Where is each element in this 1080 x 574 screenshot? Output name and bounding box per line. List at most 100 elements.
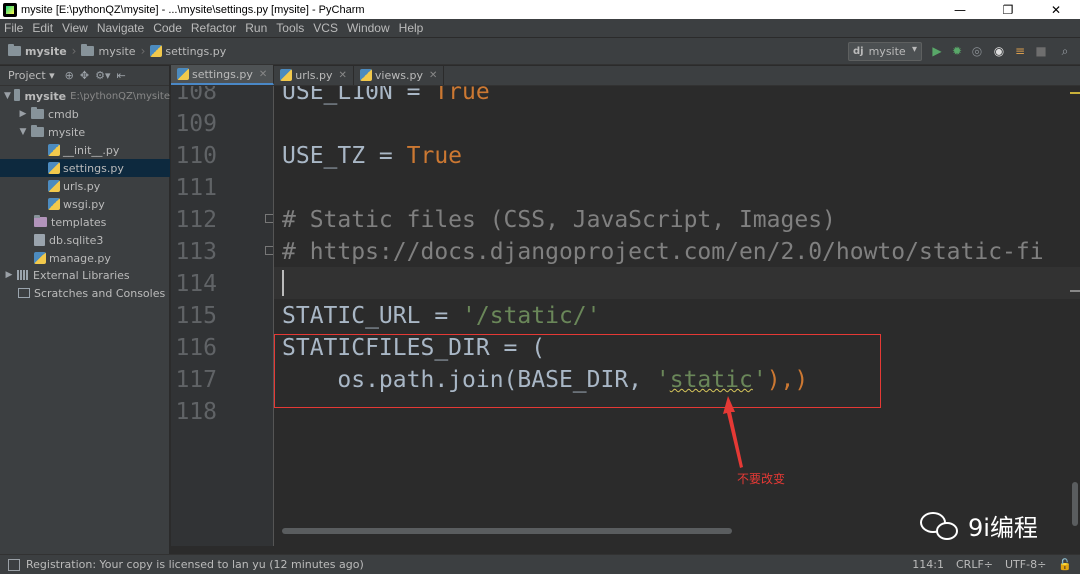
lock-icon[interactable]: 🔓 bbox=[1058, 558, 1072, 571]
scroll-from-source-icon[interactable]: ⊕ bbox=[65, 69, 74, 82]
menu-code[interactable]: Code bbox=[153, 21, 182, 35]
menu-vcs[interactable]: VCS bbox=[313, 21, 338, 35]
tool-windows-icon[interactable] bbox=[8, 558, 20, 571]
breadcrumb-label: mysite bbox=[25, 44, 67, 58]
run-icon[interactable]: ▶ bbox=[930, 44, 944, 58]
tree-item-mysite-root[interactable]: ▼ mysite E:\pythonQZ\mysite bbox=[0, 87, 170, 105]
error-stripe-marker[interactable] bbox=[1070, 92, 1080, 94]
minimize-button[interactable]: — bbox=[936, 0, 984, 19]
project-panel-header: Project ▾ ⊕ ✥ ⚙▾ ⇤ bbox=[0, 66, 169, 86]
tree-item-init-py[interactable]: __init__.py bbox=[0, 141, 170, 159]
profile-icon[interactable]: ◉ bbox=[992, 44, 1006, 58]
menu-window[interactable]: Window bbox=[347, 21, 390, 35]
line-number: 113 bbox=[175, 239, 217, 265]
annotation-highlight-box bbox=[274, 334, 881, 408]
tab-views-py[interactable]: views.py ✕ bbox=[354, 65, 445, 85]
tree-item-cmdb[interactable]: ▶ cmdb bbox=[0, 105, 170, 123]
tree-item-manage-py[interactable]: manage.py bbox=[0, 249, 170, 267]
tab-settings-py[interactable]: settings.py ✕ bbox=[171, 65, 275, 85]
expanded-arrow-icon[interactable]: ▼ bbox=[18, 127, 28, 137]
caret-position[interactable]: 114:1 bbox=[912, 558, 944, 571]
tree-item-external-libraries[interactable]: ▶ External Libraries bbox=[0, 266, 170, 284]
annotation-note: 不要改变 bbox=[737, 472, 786, 486]
code-editor[interactable]: USE_L10N = True USE_TZ = True # Static f… bbox=[274, 86, 1080, 546]
menu-run[interactable]: Run bbox=[245, 21, 267, 35]
debug-icon[interactable]: ✹ bbox=[950, 44, 964, 58]
tree-item-db-sqlite3[interactable]: db.sqlite3 bbox=[0, 231, 170, 249]
code-line-113: # https://docs.djangoproject.com/en/2.0/… bbox=[282, 239, 1044, 265]
collapsed-arrow-icon[interactable]: ▶ bbox=[4, 270, 14, 280]
breadcrumb-file[interactable]: settings.py bbox=[150, 45, 226, 58]
status-message[interactable]: Registration: Your copy is licensed to l… bbox=[26, 558, 364, 571]
restore-button[interactable]: ❐ bbox=[984, 0, 1032, 19]
tree-item-label: mysite bbox=[24, 89, 67, 103]
collapsed-arrow-icon[interactable]: ▶ bbox=[18, 109, 28, 119]
tree-item-templates[interactable]: templates bbox=[0, 213, 170, 231]
menu-view[interactable]: View bbox=[62, 21, 88, 35]
close-tab-icon[interactable]: ✕ bbox=[339, 70, 347, 81]
tab-label: settings.py bbox=[192, 67, 253, 81]
project-view-selector[interactable]: Project ▾ bbox=[8, 69, 55, 82]
console-icon bbox=[18, 288, 30, 298]
error-stripe-marker[interactable] bbox=[1070, 290, 1080, 292]
stop-icon[interactable]: ■ bbox=[1034, 44, 1048, 58]
collapse-all-icon[interactable]: ✥ bbox=[80, 69, 89, 82]
tree-item-label: __init__.py bbox=[63, 143, 120, 157]
search-icon[interactable]: ⌕ bbox=[1058, 44, 1072, 58]
python-file-icon bbox=[34, 252, 46, 264]
horizontal-scrollbar[interactable] bbox=[282, 528, 732, 534]
tree-item-label: External Libraries bbox=[33, 268, 130, 282]
menu-refactor[interactable]: Refactor bbox=[191, 21, 236, 35]
library-icon bbox=[17, 270, 29, 280]
menu-edit[interactable]: Edit bbox=[32, 21, 53, 35]
menu-tools[interactable]: Tools bbox=[276, 21, 304, 35]
close-tab-icon[interactable]: ✕ bbox=[259, 69, 267, 80]
tree-item-urls-py[interactable]: urls.py bbox=[0, 177, 170, 195]
breadcrumb-folder[interactable]: mysite bbox=[81, 44, 136, 58]
tree-item-path: E:\pythonQZ\mysite bbox=[70, 90, 170, 102]
line-number: 114 bbox=[175, 271, 217, 297]
menu-navigate[interactable]: Navigate bbox=[97, 21, 144, 35]
window-controls: — ❐ ✕ bbox=[936, 0, 1080, 19]
python-file-icon bbox=[48, 198, 60, 210]
tab-urls-py[interactable]: urls.py ✕ bbox=[274, 65, 354, 85]
line-number: 111 bbox=[175, 175, 217, 201]
tree-item-label: templates bbox=[51, 215, 107, 229]
menu-file[interactable]: File bbox=[4, 21, 23, 35]
tree-item-scratches[interactable]: Scratches and Consoles bbox=[0, 284, 170, 302]
close-tab-icon[interactable]: ✕ bbox=[429, 70, 437, 81]
chevron-down-icon: ▾ bbox=[911, 44, 917, 55]
gear-icon[interactable]: ⚙▾ bbox=[95, 69, 110, 82]
tree-item-label: cmdb bbox=[48, 107, 79, 121]
tree-item-wsgi-py[interactable]: wsgi.py bbox=[0, 195, 170, 213]
build-icon[interactable]: ≡ bbox=[1013, 44, 1027, 58]
expanded-arrow-icon[interactable]: ▼ bbox=[4, 91, 11, 101]
tree-item-settings-py[interactable]: settings.py bbox=[0, 159, 170, 177]
line-separator[interactable]: CRLF÷ bbox=[956, 558, 993, 571]
window-title: mysite [E:\pythonQZ\mysite] - ...\mysite… bbox=[21, 3, 365, 16]
run-configuration-select[interactable]: dj mysite ▾ bbox=[848, 42, 922, 61]
current-line-highlight bbox=[274, 267, 1080, 299]
folder-icon bbox=[31, 107, 44, 119]
editor-tabs: settings.py ✕ urls.py ✕ views.py ✕ bbox=[171, 65, 1080, 86]
tree-item-label: manage.py bbox=[49, 251, 111, 265]
fold-start-icon[interactable] bbox=[265, 214, 273, 223]
line-number: 116 bbox=[175, 335, 217, 361]
line-number: 112 bbox=[175, 207, 217, 233]
django-icon: dj bbox=[853, 46, 864, 57]
file-encoding[interactable]: UTF-8÷ bbox=[1005, 558, 1046, 571]
tree-item-mysite[interactable]: ▼ mysite bbox=[0, 123, 170, 141]
hide-panel-icon[interactable]: ⇤ bbox=[117, 69, 126, 82]
fold-end-icon[interactable] bbox=[265, 246, 273, 255]
tree-item-label: db.sqlite3 bbox=[49, 233, 104, 247]
database-file-icon bbox=[34, 234, 45, 246]
line-number: 117 bbox=[175, 367, 217, 393]
close-button[interactable]: ✕ bbox=[1032, 0, 1080, 19]
editor-gutter[interactable]: 108 109 110 111 112 113 114 115 116 117 … bbox=[171, 86, 274, 546]
breadcrumb-project[interactable]: mysite bbox=[8, 44, 67, 58]
python-file-icon bbox=[177, 68, 189, 80]
line-number: 110 bbox=[175, 143, 217, 169]
menu-help[interactable]: Help bbox=[399, 21, 424, 35]
vertical-scrollbar[interactable] bbox=[1072, 482, 1078, 526]
coverage-icon[interactable]: ◎ bbox=[970, 44, 984, 58]
